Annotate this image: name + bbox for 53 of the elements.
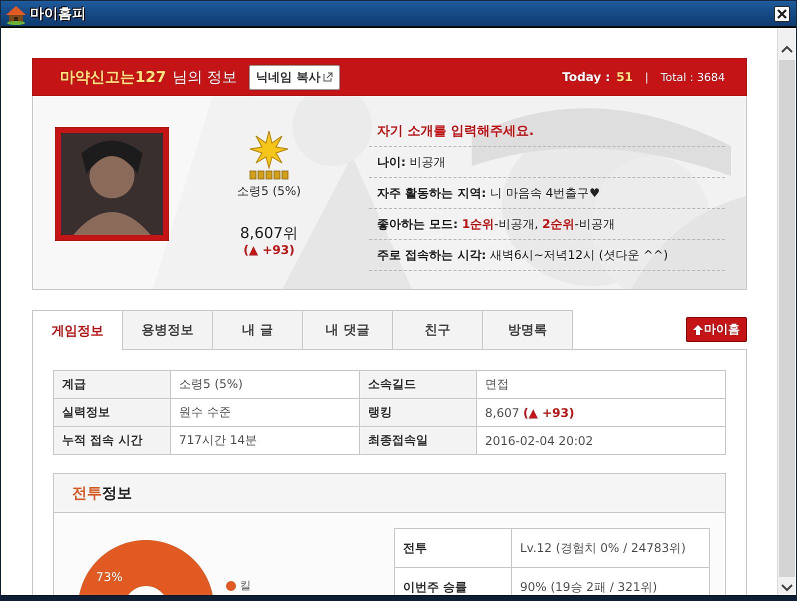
field-label: 자주 활동하는 지역: [377,186,486,200]
self-introduction: 자기 소개를 입력해주세요. [369,120,725,147]
total-count: Total : 3684 [660,70,725,84]
tab[interactable]: 용병정보 [122,310,213,349]
window-title: 마이홈피 [30,4,86,22]
header-cell: 계급 [54,370,170,398]
legend-dot [226,580,236,590]
table-cell: 717시간 14분 [170,426,360,454]
section-title-highlight: 전투 [72,484,102,502]
tab[interactable]: 방명록 [482,310,573,349]
field-label: 나이: [377,155,406,169]
today-count: 51 [616,70,633,84]
table-cell: Lv.12 (경험치 0% / 24783위) [512,528,710,568]
header-cell: 누적 접속 시간 [54,426,170,454]
scrollbar-thumb[interactable] [779,60,795,577]
field-value: 니 마음속 4번출구♥ [490,186,600,200]
title-suffix: 님의 정보 [172,68,238,86]
rank-star-icon [248,130,290,180]
header-cell: 전투 [394,528,512,568]
ranking: 8,607위 [240,224,298,243]
external-link-icon [323,72,334,82]
today-label: Today : [562,70,610,84]
field-value: 새벽6시~저녁12시 (셧다운 ^^) [490,248,668,262]
ranking-change: (▲ +93) [243,243,295,257]
rank-name: 소령5 (5%) [237,183,301,200]
header-cell: 최종접속일 [360,426,476,454]
field-value: 1순위-비공개, 2순위-비공개 [462,217,615,231]
header-cell: 랭킹 [360,398,476,426]
field-value: 비공개 [410,155,446,169]
header-cell: 이번주 승률 [394,568,512,595]
header-cell: 소속길드 [360,370,476,398]
table-cell: 8,607 (▲ +93) [476,398,726,426]
legend-label: 킬 [240,578,251,593]
table-cell: 원수 수준 [170,398,360,426]
field-label: 좋아하는 모드: [377,217,458,231]
tab[interactable]: 내 댓글 [302,310,393,349]
table-cell: 90% (19승 2패 / 321위) [512,568,710,595]
table-cell: 소령5 (5%) [170,370,360,398]
copy-nickname-button[interactable]: 닉네임 복사 [249,64,340,90]
tab[interactable]: 내 글 [212,310,303,349]
up-arrow-icon [693,324,703,334]
tab[interactable]: 게임정보 [32,310,123,350]
tab[interactable]: 친구 [392,310,483,349]
field-label: 주로 접속하는 시각: [377,248,486,262]
table-cell: 면접 [476,370,726,398]
table-cell: 2016-02-04 20:02 [476,426,726,454]
myhome-button[interactable]: 마이홈 [686,317,747,342]
separator: | [644,70,649,84]
section-title: 정보 [102,484,132,502]
close-button[interactable] [774,6,790,22]
chart-percent-label: 73% [96,570,123,584]
nickname: 마약신고는127 [60,68,166,86]
header-cell: 실력정보 [54,398,170,426]
